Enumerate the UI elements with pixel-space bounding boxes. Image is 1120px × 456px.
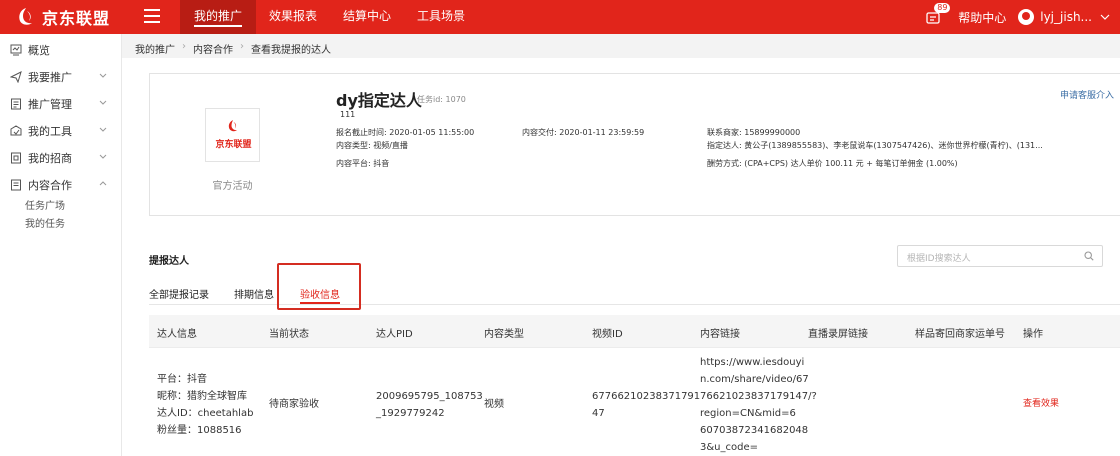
menu-toggle-icon[interactable] — [144, 9, 160, 23]
col-talent-info: 达人信息 — [157, 329, 197, 340]
brand-logo[interactable]: 京东联盟 — [14, 5, 110, 29]
section-title: 提报达人 — [149, 256, 189, 267]
commission-method: 酬劳方式: (CPA+CPS) 达人单价 100.11 元 + 每笔订单佣金 (… — [707, 159, 958, 168]
sidebar-item-promote[interactable]: 我要推广 — [0, 63, 121, 90]
col-status: 当前状态 — [269, 329, 309, 340]
highlight-box — [277, 263, 361, 310]
apply-service-link[interactable]: 申请客服介入 — [1060, 88, 1114, 101]
chevron-down-icon — [99, 73, 107, 78]
task-description: 111 — [340, 110, 356, 119]
jd-union-logo-icon — [228, 120, 237, 132]
top-bar: 京东联盟 我的推广 效果报表 结算中心 工具场景 89 帮助中心 lyj_jis… — [0, 0, 1120, 34]
tool-icon — [10, 124, 22, 135]
chevron-down-icon — [99, 127, 107, 132]
sidebar-item-overview[interactable]: 概览 — [0, 36, 121, 63]
cell-pid: 2009695795_108753 _1929779242 — [376, 391, 483, 419]
cell-content-link[interactable]: https://www.iesdouyi n.com/share/video/6… — [700, 354, 817, 456]
designated-talents: 指定达人: 黄公子(1389855583)、李老鼠说车(1307547426)、… — [707, 141, 1043, 150]
main-content: 申请客服介入 京东联盟 官方活动 dy指定达人 任务id: 1070 111 报… — [122, 58, 1120, 456]
sidebar-subitem-task-square[interactable]: 任务广场 — [0, 198, 121, 216]
merchant-icon — [11, 152, 21, 163]
table-row: 平台：抖音 昵称：猎豹全球智库 达人ID：cheetahlab 粉丝量：1088… — [149, 347, 1120, 456]
signup-deadline: 报名截止时间: 2020-01-05 11:55:00 — [336, 128, 475, 137]
col-action: 操作 — [1023, 329, 1043, 340]
search-input[interactable] — [898, 249, 1073, 269]
message-icon[interactable]: 89 — [926, 3, 951, 26]
col-content-link: 内容链接 — [700, 329, 740, 340]
breadcrumb-item[interactable]: 我的推广 — [135, 41, 175, 56]
avatar[interactable] — [1018, 9, 1035, 25]
breadcrumb: 我的推广 › 内容合作 › 查看我提报的达人 — [135, 41, 331, 56]
username[interactable]: lyj_jish... — [1040, 10, 1092, 24]
tab-all-records[interactable]: 全部提报记录 — [149, 286, 209, 301]
help-center-link[interactable]: 帮助中心 — [958, 9, 1006, 26]
cell-content-type: 视频 — [484, 399, 504, 410]
chevron-up-icon — [99, 181, 107, 186]
topnav-tools[interactable]: 工具场景 — [404, 0, 478, 34]
task-id: 任务id: 1070 — [417, 95, 466, 104]
table-header: 达人信息 当前状态 达人PID 内容类型 视频ID 内容链接 直播录屏链接 样品… — [149, 315, 1120, 347]
col-video-id: 视频ID — [592, 329, 623, 340]
tab-schedule[interactable]: 排期信息 — [234, 286, 274, 301]
talent-search — [897, 245, 1103, 269]
col-sample-waybill: 样品寄回商家运单号 — [915, 329, 1005, 340]
sidebar: 概览 我要推广 推广管理 我的工具 我的招商 内容合作 任务广场 我的任务 — [0, 34, 122, 456]
chevron-down-icon — [99, 154, 107, 159]
topnav-my-promotion[interactable]: 我的推广 — [180, 0, 257, 34]
chevron-down-icon[interactable] — [1100, 14, 1110, 20]
content-icon — [11, 179, 21, 190]
task-card: 申请客服介入 京东联盟 官方活动 dy指定达人 任务id: 1070 111 报… — [149, 73, 1120, 216]
content-type: 内容类型: 视频/直播 — [336, 141, 408, 150]
chevron-down-icon — [99, 100, 107, 105]
top-nav: 我的推广 效果报表 结算中心 工具场景 — [180, 0, 478, 34]
merchant-contact: 联系商家: 15899990000 — [707, 128, 801, 137]
topnav-reports[interactable]: 效果报表 — [256, 0, 330, 34]
breadcrumb-separator-icon: › — [240, 41, 244, 52]
breadcrumb-separator-icon: › — [182, 41, 186, 52]
cell-video-id: 67766210238371791 47 — [592, 391, 701, 419]
sidebar-subitem-my-tasks[interactable]: 我的任务 — [0, 216, 121, 234]
breadcrumb-item[interactable]: 内容合作 — [193, 41, 233, 56]
task-logo-text: 京东联盟 — [215, 140, 252, 150]
jd-union-logo-icon — [19, 8, 32, 25]
view-effect-link[interactable]: 查看效果 — [1023, 396, 1059, 413]
col-live-record-link: 直播录屏链接 — [808, 329, 868, 340]
message-count-badge: 89 — [934, 3, 951, 13]
cell-status: 待商家验收 — [269, 399, 319, 410]
topnav-settlement[interactable]: 结算中心 — [330, 0, 404, 34]
cell-talent-info: 平台：抖音 昵称：猎豹全球智库 达人ID：cheetahlab 粉丝量：1088… — [157, 374, 254, 436]
col-content-type: 内容类型 — [484, 329, 524, 340]
brand-name: 京东联盟 — [42, 9, 111, 28]
sidebar-item-manage[interactable]: 推广管理 — [0, 90, 121, 117]
task-title: dy指定达人 — [336, 91, 422, 110]
content-platform: 内容平台: 抖音 — [336, 159, 390, 168]
sidebar-item-content[interactable]: 内容合作 — [0, 171, 121, 198]
content-delivery: 内容交付: 2020-01-11 23:59:59 — [522, 128, 645, 137]
task-logo: 京东联盟 — [205, 108, 260, 162]
overview-icon — [10, 44, 22, 55]
top-right-area: 89 帮助中心 lyj_jish... — [926, 0, 1110, 34]
manage-icon — [11, 98, 21, 109]
search-icon[interactable] — [1084, 251, 1094, 261]
sidebar-item-merchant[interactable]: 我的招商 — [0, 144, 121, 171]
official-activity-label: 官方活动 — [212, 181, 253, 192]
send-icon — [10, 70, 22, 83]
sidebar-item-tools[interactable]: 我的工具 — [0, 117, 121, 144]
breadcrumb-current: 查看我提报的达人 — [251, 45, 331, 56]
col-pid: 达人PID — [376, 329, 413, 340]
